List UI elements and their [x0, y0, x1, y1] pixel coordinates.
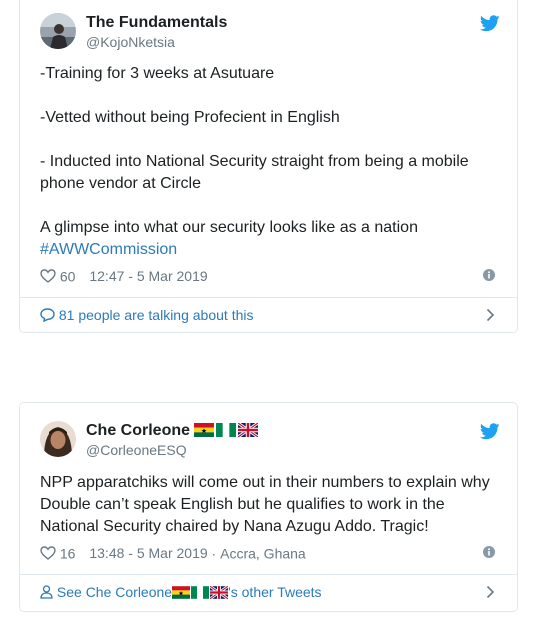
ghana-flag-icon	[194, 423, 215, 437]
heart-icon[interactable]	[40, 269, 56, 284]
heart-icon[interactable]	[40, 546, 56, 561]
tweet-timestamp[interactable]: 13:48 - 5 Mar 2019	[89, 545, 207, 561]
tweet-text: -Training for 3 weeks at Asutuare -Vette…	[40, 63, 499, 261]
conversation-label: 81 people are talking about this	[58, 307, 254, 323]
tweet-location[interactable]: Accra, Ghana	[220, 545, 306, 561]
avatar[interactable]	[40, 13, 76, 49]
display-name[interactable]: The Fundamentals	[86, 13, 227, 33]
divider	[20, 297, 517, 298]
display-name[interactable]: Che Corleone	[86, 421, 259, 441]
speech-bubble-icon	[40, 308, 55, 323]
avatar[interactable]	[40, 421, 76, 457]
nigeria-flag-icon	[216, 423, 237, 437]
person-icon	[40, 585, 53, 599]
uk-flag-icon	[210, 586, 229, 599]
display-name-text: Che Corleone	[86, 422, 191, 439]
tweet-line: - Inducted into National Security straig…	[40, 153, 469, 192]
tweet-meta: 16 13:48 - 5 Mar 2019 · Accra, Ghana	[40, 543, 306, 562]
profile-link[interactable]: See Che Corleone 's other Tweets	[40, 582, 497, 602]
tweet-card: The Fundamentals @KojoNketsia -Training …	[19, 0, 518, 333]
user-handle[interactable]: @CorleoneESQ	[86, 441, 258, 459]
conversation-link[interactable]: 81 people are talking about this	[40, 305, 497, 325]
hashtag-link[interactable]: #AWWCommission	[40, 241, 177, 258]
tweet-meta: 60 12:47 - 5 Mar 2019	[40, 266, 208, 285]
tweet-text: NPP apparatchiks will come out in their …	[40, 472, 499, 538]
profile-link-suffix: 's other Tweets	[228, 584, 322, 600]
info-icon[interactable]	[483, 546, 495, 558]
user-handle[interactable]: @KojoNketsia	[86, 33, 227, 51]
chevron-right-icon	[486, 585, 495, 599]
like-count[interactable]: 60	[60, 268, 76, 284]
tweet-line: -Vetted without being Profecient in Engl…	[40, 109, 340, 126]
nigeria-flag-icon	[191, 586, 210, 599]
tweet-line: A glimpse into what our security looks l…	[40, 219, 418, 236]
tweet-timestamp[interactable]: 12:47 - 5 Mar 2019	[89, 268, 207, 284]
meta-separator: ·	[211, 545, 217, 562]
tweet-card: Che Corleone @CorleoneESQ NPP apparatchi…	[19, 402, 518, 612]
twitter-bird-icon[interactable]	[480, 15, 500, 32]
like-count[interactable]: 16	[60, 545, 76, 561]
profile-link-prefix: See Che Corleone	[56, 584, 173, 600]
ghana-flag-icon	[172, 586, 191, 599]
twitter-bird-icon[interactable]	[480, 423, 500, 440]
tweet-line: -Training for 3 weeks at Asutuare	[40, 65, 275, 82]
chevron-right-icon	[486, 308, 495, 322]
tweet-body: NPP apparatchiks will come out in their …	[40, 474, 490, 535]
uk-flag-icon	[238, 423, 259, 437]
info-icon[interactable]	[483, 269, 495, 281]
divider	[20, 574, 517, 575]
